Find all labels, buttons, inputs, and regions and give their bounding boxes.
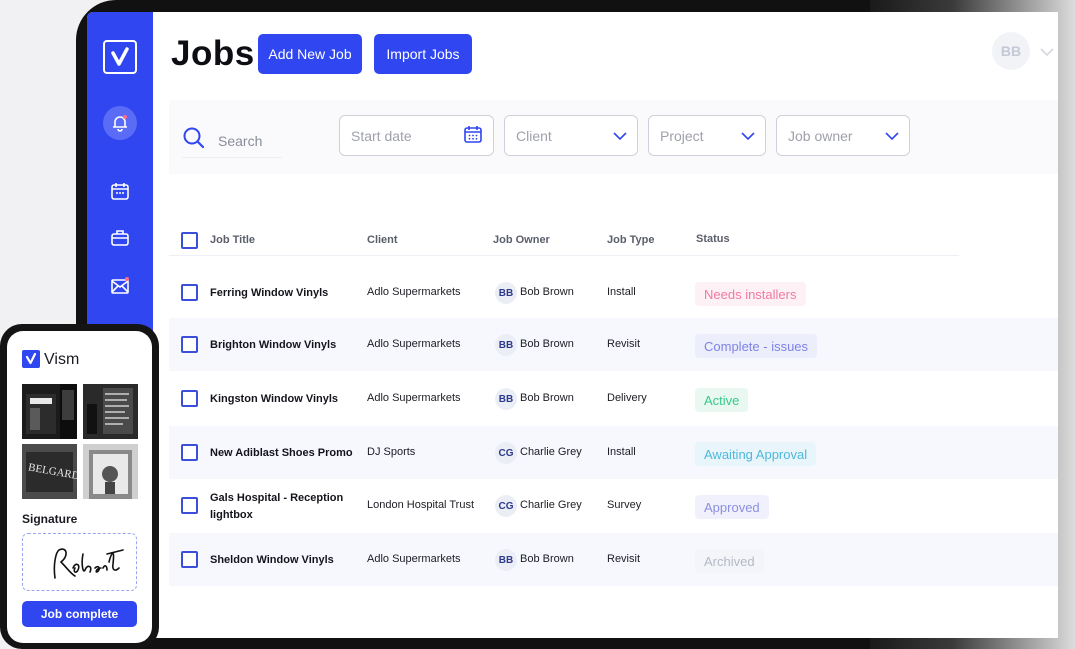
client-cell: Adlo Supermarkets (367, 392, 461, 404)
signature-pad[interactable] (22, 533, 137, 591)
job-owner-cell: Charlie Grey (520, 499, 582, 511)
table-header (169, 224, 959, 256)
column-header-status[interactable]: Status (696, 233, 730, 245)
client-cell: Adlo Supermarkets (367, 286, 461, 298)
job-photo-shopfront-window[interactable] (83, 444, 138, 499)
job-photo-storefront[interactable] (22, 384, 77, 439)
column-header-job-title[interactable]: Job Title (210, 234, 255, 246)
column-header-job-owner[interactable]: Job Owner (493, 234, 550, 246)
table-row[interactable]: Ferring Window Vinyls Adlo Supermarkets BB… (169, 266, 1058, 319)
job-owner-select[interactable]: Job owner (776, 115, 910, 156)
job-type-cell: Revisit (607, 338, 641, 350)
column-header-job-type[interactable]: Job Type (607, 234, 654, 246)
owner-avatar: CG (495, 442, 517, 464)
status-badge: Active (695, 388, 749, 412)
job-type-cell: Survey (607, 499, 642, 511)
chevron-down-icon[interactable] (1039, 44, 1055, 62)
job-owner-cell: Bob Brown (520, 553, 574, 565)
job-photo-belgard-sign[interactable]: BELGARD (22, 444, 77, 499)
job-title-cell[interactable]: Brighton Window Vinyls (210, 337, 355, 354)
row-checkbox[interactable] (181, 336, 198, 353)
job-type-cell: Revisit (607, 553, 641, 565)
signature-drawing (53, 548, 124, 579)
select-all-checkbox[interactable] (181, 232, 198, 249)
row-checkbox[interactable] (181, 444, 198, 461)
tablet-screen: Jobs Add New Job Import Jobs BB Search S… (87, 12, 1058, 638)
owner-avatar: CG (495, 495, 517, 517)
row-checkbox[interactable] (181, 551, 198, 568)
briefcase-icon[interactable] (108, 226, 132, 250)
job-owner-cell: Bob Brown (520, 338, 574, 350)
avatar[interactable]: BB (992, 32, 1030, 70)
calendar-icon[interactable] (463, 124, 483, 147)
client-cell: London Hospital Trust (367, 499, 475, 511)
owner-avatar: BB (495, 282, 517, 304)
job-title-cell[interactable]: Kingston Window Vinyls (210, 391, 355, 408)
bell-icon[interactable] (103, 106, 137, 140)
job-complete-button[interactable]: Job complete (22, 601, 137, 627)
logo-check-icon[interactable] (103, 40, 137, 74)
job-owner-cell: Charlie Grey (520, 446, 582, 458)
status-badge: Approved (695, 495, 769, 519)
job-photo-window-vinyl[interactable] (83, 384, 138, 439)
start-date-field[interactable]: Start date (339, 115, 494, 156)
mail-icon[interactable] (108, 274, 132, 298)
add-new-job-button[interactable]: Add New Job (258, 34, 362, 74)
status-badge: Complete - issues (695, 334, 818, 358)
stage: Jobs Add New Job Import Jobs BB Search S… (0, 0, 1075, 649)
client-cell: DJ Sports (367, 446, 416, 458)
client-cell: Adlo Supermarkets (367, 338, 461, 350)
table-row[interactable]: Brighton Window Vinyls Adlo Supermarkets B… (169, 318, 1058, 371)
row-checkbox[interactable] (181, 390, 198, 407)
search-input[interactable]: Search (182, 124, 282, 158)
job-owner-cell: Bob Brown (520, 286, 574, 298)
job-owner-cell: Bob Brown (520, 392, 574, 404)
job-type-cell: Delivery (607, 392, 647, 404)
phone-screen: Vism BELGARD Signature Job complete (7, 331, 152, 643)
table-row[interactable]: Gals Hospital - Reception lightbox London… (169, 479, 1058, 532)
job-type-cell: Install (607, 286, 636, 298)
status-badge: Needs installers (695, 282, 806, 306)
chevron-down-icon (885, 128, 899, 144)
client-select[interactable]: Client (504, 115, 638, 156)
chevron-down-icon (613, 128, 627, 144)
status-badge: Awaiting Approval (695, 442, 817, 466)
calendar-icon[interactable] (108, 179, 132, 203)
search-icon (182, 126, 206, 155)
job-type-cell: Install (607, 446, 636, 458)
owner-avatar: BB (495, 388, 517, 410)
project-placeholder: Project (660, 127, 704, 144)
signature-label: Signature (22, 512, 78, 526)
table-row[interactable]: Sheldon Window Vinyls Adlo Supermarkets BB… (169, 533, 1058, 586)
job-title-cell[interactable]: Sheldon Window Vinyls (210, 552, 355, 569)
client-cell: Adlo Supermarkets (367, 553, 461, 565)
job-title-cell[interactable]: Ferring Window Vinyls (210, 285, 355, 302)
start-date-placeholder: Start date (351, 127, 412, 144)
row-checkbox[interactable] (181, 284, 198, 301)
table-row[interactable]: Kingston Window Vinyls Adlo Supermarkets B… (169, 372, 1058, 425)
status-badge: Archived (695, 549, 764, 573)
job-owner-placeholder: Job owner (788, 127, 853, 144)
project-select[interactable]: Project (648, 115, 766, 156)
vism-logo-icon (22, 350, 40, 368)
chevron-down-icon (741, 128, 755, 144)
owner-avatar: BB (495, 334, 517, 356)
client-placeholder: Client (516, 127, 552, 144)
row-checkbox[interactable] (181, 497, 198, 514)
owner-avatar: BB (495, 549, 517, 571)
import-jobs-button[interactable]: Import Jobs (374, 34, 472, 74)
brand-name: Vism (44, 351, 80, 368)
table-row[interactable]: New Adiblast Shoes Promo DJ Sports CG Charl… (169, 426, 1058, 479)
search-label: Search (218, 132, 263, 149)
column-header-client[interactable]: Client (367, 234, 398, 246)
page-title: Jobs (171, 34, 255, 73)
job-title-cell[interactable]: Gals Hospital - Reception lightbox (210, 490, 355, 524)
job-title-cell[interactable]: New Adiblast Shoes Promo (210, 445, 355, 462)
